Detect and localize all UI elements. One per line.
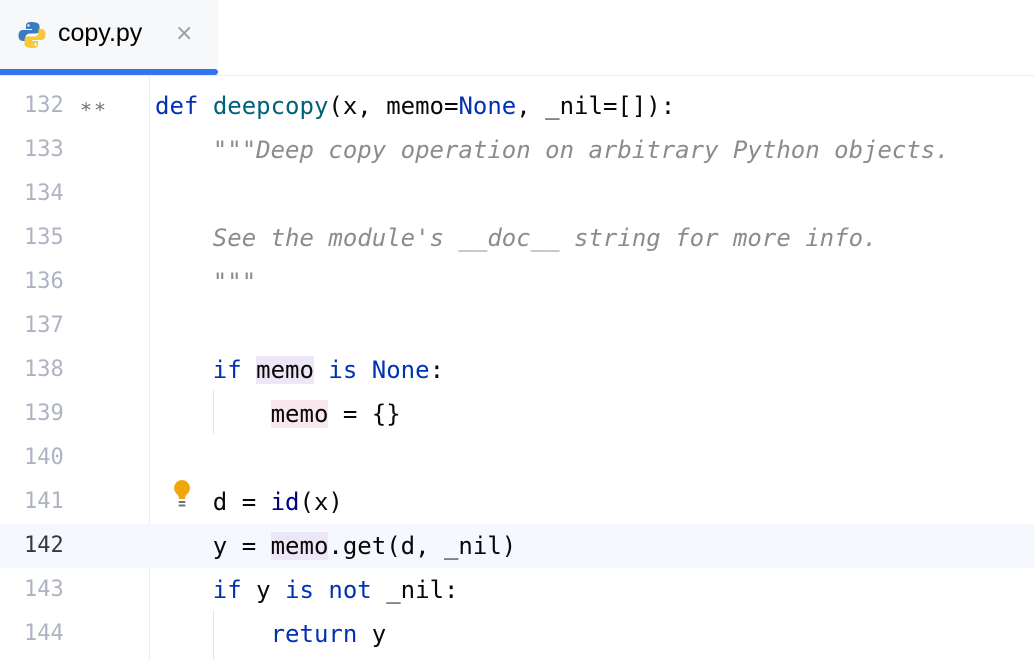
code-token: (x) xyxy=(299,488,343,516)
code-text: def deepcopy(x, memo=None, _nil=[]): xyxy=(155,84,675,128)
identifier-highlight: memo xyxy=(256,356,314,384)
code-line[interactable]: 138 if memo is None: xyxy=(0,348,1034,392)
code-line[interactable]: 144 return y xyxy=(0,612,1034,656)
code-line[interactable]: 141 d = id(x) xyxy=(0,480,1034,524)
line-number: 134 xyxy=(24,181,64,206)
code-line[interactable]: 132 ∗∗ def deepcopy(x, memo=None, _nil=[… xyxy=(0,84,1034,128)
keyword: None xyxy=(458,92,517,120)
code-line[interactable]: 134 xyxy=(0,172,1034,216)
code-text: return y xyxy=(155,612,387,656)
line-number: 132 xyxy=(24,93,64,118)
keyword: def xyxy=(155,92,199,120)
code-text: if memo is None: xyxy=(155,348,444,392)
code-text: y = memo.get(d, _nil) xyxy=(155,524,516,568)
keyword: return xyxy=(270,620,358,648)
code-token: = {} xyxy=(328,400,401,428)
code-text: memo = {} xyxy=(155,392,401,436)
code-text: if y is not _nil: xyxy=(155,568,459,612)
line-number: 142 xyxy=(24,533,64,558)
line-number: 136 xyxy=(24,269,64,294)
code-line[interactable]: 143 if y is not _nil: xyxy=(0,568,1034,612)
code-editor[interactable]: 132 ∗∗ def deepcopy(x, memo=None, _nil=[… xyxy=(0,76,1034,660)
line-number: 135 xyxy=(24,225,64,250)
code-token: (x, memo= xyxy=(328,92,459,120)
line-number: 139 xyxy=(24,401,64,426)
code-line[interactable]: 136 """ xyxy=(0,260,1034,304)
tab-copy-py[interactable]: copy.py × xyxy=(0,0,218,75)
keyword: if xyxy=(212,576,242,604)
builtin-function: id xyxy=(270,488,300,516)
line-number: 140 xyxy=(24,445,64,470)
code-line[interactable]: 139 memo = {} xyxy=(0,392,1034,436)
docstring: """Deep copy operation on arbitrary Pyth… xyxy=(155,136,950,164)
code-token: y = xyxy=(212,532,271,560)
active-tab-indicator xyxy=(0,69,218,75)
code-line[interactable]: 140 xyxy=(0,436,1034,480)
code-token: y xyxy=(357,620,387,648)
function-name: deepcopy xyxy=(212,92,329,120)
line-number: 137 xyxy=(24,313,64,338)
identifier-highlight: memo xyxy=(270,400,329,428)
code-token: _nil: xyxy=(371,576,459,604)
identifier-highlight: memo xyxy=(270,532,329,560)
close-icon[interactable]: × xyxy=(175,22,193,46)
code-line[interactable]: 135 See the module's __doc__ string for … xyxy=(0,216,1034,260)
line-number: 133 xyxy=(24,137,64,162)
keyword: is xyxy=(328,356,358,384)
line-number: 141 xyxy=(24,489,64,514)
current-code-line[interactable]: 142 y = memo.get(d, _nil) xyxy=(0,524,1034,568)
editor-tab-bar: copy.py × xyxy=(0,0,1034,76)
code-token: : xyxy=(429,356,445,384)
docstring: """ xyxy=(155,268,257,296)
override-marker-icon[interactable]: ∗∗ xyxy=(80,84,108,128)
line-number: 143 xyxy=(24,577,64,602)
code-token: y xyxy=(241,576,286,604)
lightbulb-icon[interactable] xyxy=(170,478,194,510)
line-number: 138 xyxy=(24,357,64,382)
keyword: is not xyxy=(285,576,372,604)
python-icon xyxy=(18,22,46,48)
code-token: , _nil=[]): xyxy=(516,92,676,120)
code-token: .get(d, _nil) xyxy=(328,532,517,560)
code-token: d = xyxy=(212,488,271,516)
keyword: None xyxy=(371,356,430,384)
line-number: 144 xyxy=(24,621,64,646)
indent-guide xyxy=(213,610,214,660)
docstring: See the module's __doc__ string for more… xyxy=(155,224,878,252)
code-line[interactable]: 137 xyxy=(0,304,1034,348)
code-line[interactable]: 133 """Deep copy operation on arbitrary … xyxy=(0,128,1034,172)
tab-label: copy.py xyxy=(58,19,143,47)
keyword: if xyxy=(212,356,242,384)
indent-guide xyxy=(213,390,214,434)
